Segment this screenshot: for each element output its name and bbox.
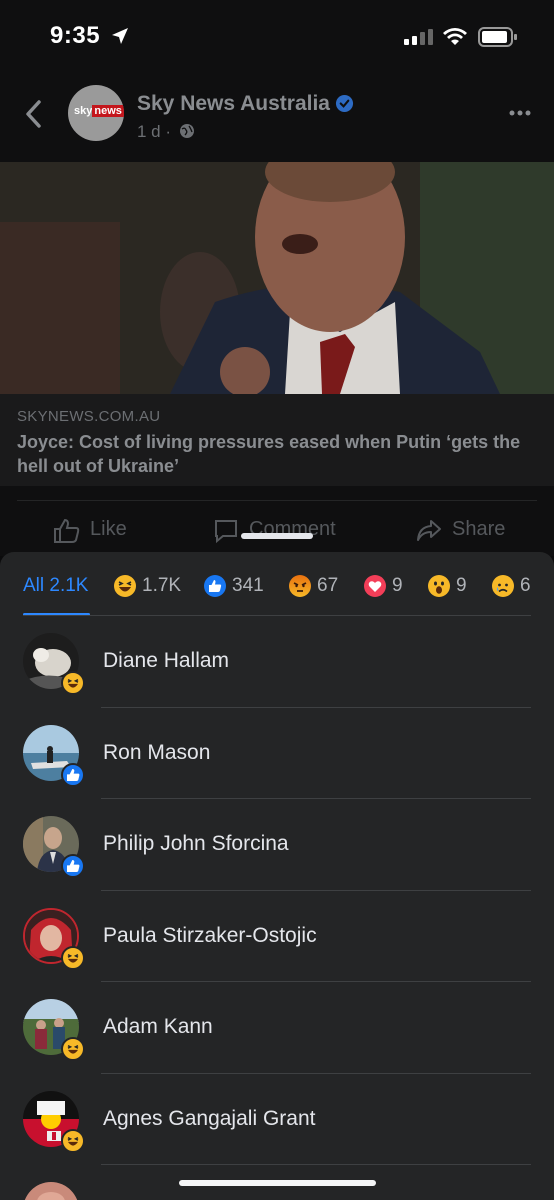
list-item[interactable]: Paula Stirzaker-Ostojic <box>0 891 554 982</box>
haha-icon <box>61 671 85 695</box>
list-item[interactable]: Agnes Gangajali Grant <box>0 1074 554 1165</box>
post-header: sky news Sky News Australia 1 d · <box>0 72 554 162</box>
post-age: 1 d · <box>137 122 172 141</box>
divider <box>17 500 537 501</box>
more-options-icon[interactable] <box>508 108 532 118</box>
location-arrow-icon <box>112 28 128 44</box>
post-image[interactable] <box>0 162 554 394</box>
like-thumb-icon <box>54 518 80 543</box>
love-icon <box>364 575 386 597</box>
list-item[interactable]: Philip John Sforcina <box>0 799 554 891</box>
like-icon <box>61 762 85 787</box>
list-item[interactable]: Adam Kann <box>0 982 554 1074</box>
sheet-grabber[interactable] <box>241 533 313 539</box>
verified-badge-icon <box>335 94 354 113</box>
list-item[interactable]: Ron Mason <box>0 708 554 799</box>
battery-icon <box>478 27 517 47</box>
tab-love[interactable]: 9 <box>363 572 403 600</box>
post-actions: Like Comment Share <box>0 486 554 556</box>
reactor-name[interactable]: Agnes Gangajali Grant <box>103 1107 315 1131</box>
tab-haha[interactable]: 1.7K <box>113 572 181 600</box>
reactor-name[interactable]: Paula Stirzaker-Ostojic <box>103 924 317 948</box>
reactors-list: Diane Hallam Ron Mason Philip John Sforc… <box>0 616 554 1200</box>
like-icon <box>61 854 85 878</box>
haha-icon <box>61 945 85 970</box>
politician-photo <box>0 162 554 394</box>
link-preview[interactable]: SKYNEWS.COM.AU Joyce: Cost of living pre… <box>0 394 554 486</box>
wow-icon <box>428 575 450 597</box>
sky-news-logo: sky news <box>74 105 124 117</box>
tab-sad[interactable]: 6 <box>491 572 531 600</box>
like-icon <box>204 575 226 597</box>
haha-icon <box>61 1128 85 1153</box>
reactor-name[interactable]: Adam Kann <box>103 1015 213 1039</box>
status-bar: 9:35 <box>0 0 554 72</box>
angry-icon <box>289 575 311 597</box>
reaction-tabs: All 2.1K 1.7K 341 67 9 9 6 <box>0 552 554 616</box>
like-button[interactable]: Like <box>90 518 127 541</box>
reactor-name[interactable]: Philip John Sforcina <box>103 832 289 856</box>
wifi-icon <box>443 28 467 45</box>
link-domain: SKYNEWS.COM.AU <box>17 408 161 425</box>
tab-angry[interactable]: 67 <box>288 572 338 600</box>
reactor-name[interactable]: Diane Hallam <box>103 649 229 673</box>
status-time: 9:35 <box>50 22 101 49</box>
share-button[interactable]: Share <box>452 518 505 541</box>
share-arrow-icon <box>417 520 441 541</box>
comment-bubble-icon <box>215 520 237 544</box>
tab-wow[interactable]: 9 <box>427 572 467 600</box>
reactions-sheet: All 2.1K 1.7K 341 67 9 9 6 Diane Hallam … <box>0 552 554 1200</box>
list-item[interactable]: Diane Hallam <box>0 616 554 708</box>
sad-icon <box>492 575 514 597</box>
haha-icon <box>61 1037 85 1061</box>
globe-icon <box>180 124 194 138</box>
cellular-signal-icon <box>404 29 433 45</box>
tab-like[interactable]: 341 <box>203 572 264 600</box>
haha-icon <box>114 575 136 597</box>
home-indicator[interactable] <box>179 1180 376 1186</box>
avatar[interactable] <box>23 1182 79 1200</box>
link-title: Joyce: Cost of living pressures eased wh… <box>17 432 521 476</box>
page-name[interactable]: Sky News Australia <box>137 92 330 116</box>
page-avatar[interactable]: sky news <box>68 85 124 141</box>
back-chevron-icon[interactable] <box>20 98 48 130</box>
tab-all[interactable]: All 2.1K <box>23 572 88 600</box>
reactor-name[interactable]: Ron Mason <box>103 741 210 765</box>
